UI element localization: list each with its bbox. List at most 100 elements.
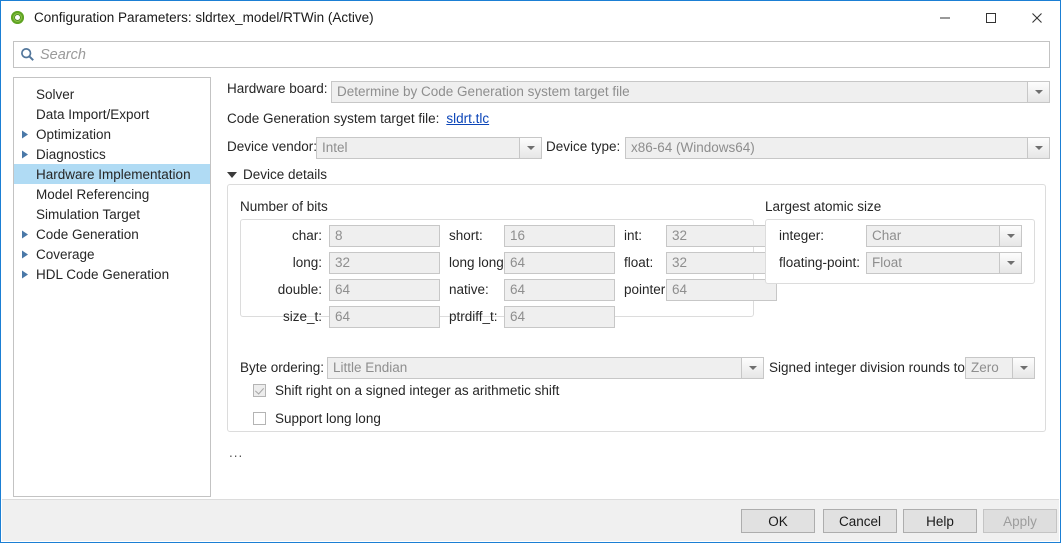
int-input[interactable]: 32: [666, 225, 777, 247]
shift-right-checkbox[interactable]: [253, 384, 266, 397]
sidebar-item-label: Solver: [34, 87, 74, 102]
title-bar: Configuration Parameters: sldrtex_model/…: [1, 1, 1060, 34]
int-label: int:: [624, 228, 642, 243]
atomic-floating-point-combo[interactable]: Float: [866, 252, 1022, 274]
chevron-down-icon[interactable]: [741, 358, 763, 378]
hardware-board-value: Determine by Code Generation system targ…: [332, 82, 1027, 102]
support-long-long-checkbox[interactable]: [253, 412, 266, 425]
chevron-right-icon[interactable]: [14, 130, 34, 139]
signed-division-label: Signed integer division rounds to:: [769, 360, 969, 375]
double-input[interactable]: 64: [329, 279, 440, 301]
largest-atomic-size-group: integer: Char floating-point: Float: [765, 219, 1035, 284]
shift-right-checkbox-row[interactable]: Shift right on a signed integer as arith…: [253, 383, 559, 398]
chevron-down-icon[interactable]: [1012, 358, 1034, 378]
device-details-toggle[interactable]: Device details: [227, 167, 327, 182]
byte-ordering-value: Little Endian: [328, 358, 741, 378]
hardware-implementation-pane: Hardware board: Determine by Code Genera…: [219, 77, 1050, 497]
search-icon: [14, 47, 40, 62]
close-icon[interactable]: [1014, 1, 1060, 34]
sidebar-item-hdl-code-generation[interactable]: HDL Code Generation: [14, 264, 210, 284]
chevron-right-icon[interactable]: [14, 270, 34, 279]
float-input[interactable]: 32: [666, 252, 777, 274]
number-of-bits-group: char: 8 short: 16 int: 32 long: 32 long …: [240, 219, 754, 317]
ptrdiff-t-label: ptrdiff_t:: [449, 309, 498, 324]
float-label: float:: [624, 255, 653, 270]
sidebar-item-optimization[interactable]: Optimization: [14, 124, 210, 144]
ok-button[interactable]: OK: [741, 509, 815, 533]
chevron-down-icon: [227, 172, 237, 178]
short-label: short:: [449, 228, 483, 243]
byte-ordering-combo[interactable]: Little Endian: [327, 357, 764, 379]
overflow-indicator[interactable]: ...: [229, 445, 243, 460]
sidebar-item-label: Optimization: [34, 127, 111, 142]
char-label: char:: [262, 228, 322, 243]
maximize-icon[interactable]: [968, 1, 1014, 34]
simulink-icon: [10, 10, 26, 26]
char-input[interactable]: 8: [329, 225, 440, 247]
help-button[interactable]: Help: [903, 509, 977, 533]
system-target-file-row: Code Generation system target file: sldr…: [227, 111, 489, 126]
long-input[interactable]: 32: [329, 252, 440, 274]
ptrdiff-t-input[interactable]: 64: [504, 306, 615, 328]
sidebar-item-diagnostics[interactable]: Diagnostics: [14, 144, 210, 164]
long-label: long:: [262, 255, 322, 270]
shift-right-label: Shift right on a signed integer as arith…: [275, 383, 559, 398]
window-controls: [922, 1, 1060, 34]
search-bar[interactable]: [13, 41, 1050, 68]
device-vendor-label: Device vendor:: [227, 139, 317, 154]
short-input[interactable]: 16: [504, 225, 615, 247]
long-long-input[interactable]: 64: [504, 252, 615, 274]
sidebar-item-label: Code Generation: [34, 227, 139, 242]
cancel-button[interactable]: Cancel: [823, 509, 897, 533]
atomic-integer-combo[interactable]: Char: [866, 225, 1022, 247]
minimize-icon[interactable]: [922, 1, 968, 34]
chevron-down-icon[interactable]: [999, 226, 1021, 246]
search-input[interactable]: [40, 47, 1020, 63]
pointer-label: pointer:: [624, 282, 669, 297]
sidebar-item-label: Coverage: [34, 247, 95, 262]
hardware-board-row: Hardware board:: [227, 81, 328, 96]
sidebar-item-label: Model Referencing: [34, 187, 149, 202]
window-title: Configuration Parameters: sldrtex_model/…: [34, 10, 374, 25]
sidebar-item-label: Hardware Implementation: [34, 167, 191, 182]
sidebar-item-coverage[interactable]: Coverage: [14, 244, 210, 264]
sidebar-item-code-generation[interactable]: Code Generation: [14, 224, 210, 244]
native-input[interactable]: 64: [504, 279, 615, 301]
chevron-right-icon[interactable]: [14, 250, 34, 259]
system-target-file-link[interactable]: sldrt.tlc: [446, 111, 489, 126]
atomic-integer-label: integer:: [779, 228, 824, 243]
chevron-down-icon[interactable]: [1027, 82, 1049, 102]
sidebar-item-solver[interactable]: Solver: [14, 84, 210, 104]
sidebar-item-label: Simulation Target: [34, 207, 140, 222]
device-vendor-row: Device vendor:: [227, 139, 317, 154]
largest-atomic-size-title: Largest atomic size: [765, 199, 881, 214]
long-long-label: long long:: [449, 255, 508, 270]
double-label: double:: [262, 282, 322, 297]
chevron-right-icon[interactable]: [14, 150, 34, 159]
hardware-board-combo[interactable]: Determine by Code Generation system targ…: [331, 81, 1050, 103]
device-type-combo[interactable]: x86-64 (Windows64): [625, 137, 1050, 159]
sidebar-item-model-referencing[interactable]: Model Referencing: [14, 184, 210, 204]
device-vendor-value: Intel: [317, 138, 519, 158]
number-of-bits-title: Number of bits: [240, 199, 328, 214]
hardware-board-label: Hardware board:: [227, 81, 328, 96]
sidebar-item-hardware-implementation[interactable]: Hardware Implementation: [14, 164, 210, 184]
device-type-row: Device type:: [546, 139, 620, 154]
pointer-input[interactable]: 64: [666, 279, 777, 301]
chevron-down-icon[interactable]: [1027, 138, 1049, 158]
sidebar-item-label: HDL Code Generation: [34, 267, 169, 282]
sidebar-item-label: Data Import/Export: [34, 107, 149, 122]
sidebar-item-simulation-target[interactable]: Simulation Target: [14, 204, 210, 224]
settings-tree[interactable]: Solver Data Import/Export Optimization D…: [13, 77, 211, 497]
device-vendor-combo[interactable]: Intel: [316, 137, 542, 159]
chevron-right-icon[interactable]: [14, 230, 34, 239]
signed-division-combo[interactable]: Zero: [965, 357, 1035, 379]
sidebar-item-data-import-export[interactable]: Data Import/Export: [14, 104, 210, 124]
chevron-down-icon[interactable]: [999, 253, 1021, 273]
atomic-floating-point-label: floating-point:: [779, 255, 860, 270]
support-long-long-label: Support long long: [275, 411, 381, 426]
apply-button: Apply: [983, 509, 1057, 533]
size-t-input[interactable]: 64: [329, 306, 440, 328]
support-long-long-checkbox-row[interactable]: Support long long: [253, 411, 381, 426]
chevron-down-icon[interactable]: [519, 138, 541, 158]
